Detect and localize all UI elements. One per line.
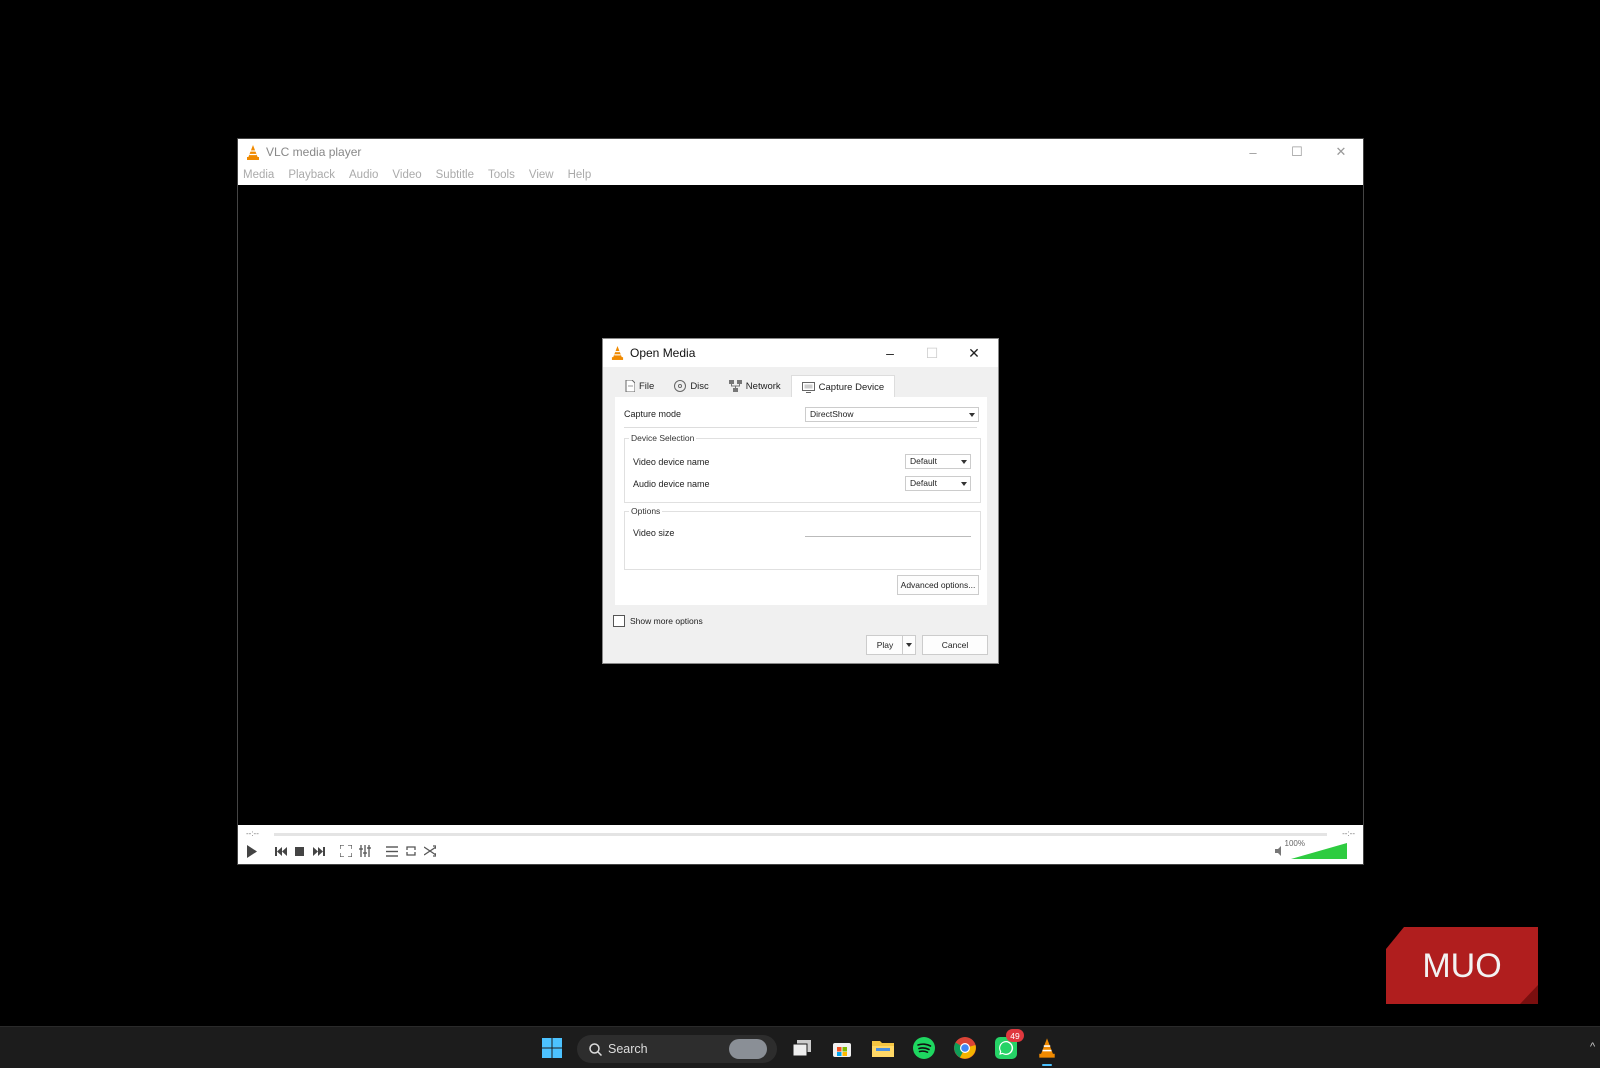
audio-device-label: Audio device name <box>633 479 710 489</box>
dialog-title: Open Media <box>630 346 696 360</box>
audio-device-select[interactable]: Default <box>905 476 971 491</box>
minimize-button[interactable]: – <box>1231 139 1275 165</box>
disc-icon <box>674 380 687 392</box>
fullscreen-icon[interactable] <box>336 842 355 861</box>
seek-slider[interactable] <box>274 833 1327 836</box>
capture-mode-select[interactable]: DirectShow <box>805 407 979 422</box>
playlist-icon[interactable] <box>382 842 401 861</box>
capture-mode-label: Capture mode <box>624 409 682 419</box>
playback-controls: --:-- --:-- 100% <box>238 825 1363 864</box>
capture-device-panel: Capture mode DirectShow Device Selection… <box>615 397 987 605</box>
spotify-icon[interactable] <box>912 1036 936 1060</box>
maximize-button[interactable]: ☐ <box>1275 139 1319 165</box>
windows-start-icon[interactable] <box>540 1036 564 1060</box>
vlc-window-title: VLC media player <box>266 145 362 159</box>
menu-playback[interactable]: Playback <box>288 169 335 181</box>
options-title: Options <box>629 506 663 516</box>
chevron-down-icon <box>961 460 967 464</box>
volume-control[interactable]: 100% <box>1275 839 1355 861</box>
video-size-label: Video size <box>633 528 675 538</box>
dialog-close-button[interactable]: ✕ <box>954 339 994 367</box>
previous-icon[interactable] <box>271 842 290 861</box>
chevron-down-icon <box>969 413 975 417</box>
play-options-dropdown[interactable] <box>902 635 916 655</box>
chevron-down-icon <box>961 482 967 486</box>
volume-slider[interactable] <box>1291 843 1347 859</box>
video-size-input[interactable] <box>805 526 971 537</box>
device-selection-title: Device Selection <box>629 433 697 443</box>
tab-capture-device-label: Capture Device <box>818 381 885 393</box>
vlc-taskbar-icon[interactable] <box>1035 1036 1059 1066</box>
video-device-label: Video device name <box>633 457 710 467</box>
menu-tools[interactable]: Tools <box>488 169 515 181</box>
dialog-minimize-button[interactable]: – <box>870 339 910 367</box>
open-media-dialog: Open Media – ☐ ✕ File Disc Network Captu… <box>602 338 999 664</box>
whatsapp-icon[interactable]: 49 <box>994 1029 1024 1060</box>
search-icon <box>589 1042 602 1056</box>
tab-network[interactable]: Network <box>719 375 791 397</box>
muo-logo-text: MUO <box>1422 947 1501 985</box>
file-explorer-icon[interactable] <box>871 1036 895 1060</box>
file-icon <box>625 380 635 392</box>
elapsed-time: --:-- <box>246 829 259 838</box>
active-app-indicator <box>1042 1064 1052 1066</box>
capture-mode-value: DirectShow <box>810 409 854 419</box>
audio-device-value: Default <box>910 478 937 488</box>
tab-disc[interactable]: Disc <box>664 375 718 397</box>
shuffle-icon[interactable] <box>420 842 439 861</box>
menu-video[interactable]: Video <box>392 169 421 181</box>
search-label: Search <box>608 1042 648 1056</box>
muo-logo: MUO <box>1386 927 1538 1004</box>
search-highlight-image <box>729 1039 767 1059</box>
chevron-up-icon[interactable]: ^ <box>1590 1041 1595 1053</box>
task-view-icon[interactable] <box>790 1036 814 1060</box>
dialog-maximize-button: ☐ <box>925 344 939 361</box>
tab-capture-device[interactable]: Capture Device <box>790 375 896 398</box>
tab-file[interactable]: File <box>615 375 664 397</box>
chrome-icon[interactable] <box>953 1036 977 1060</box>
video-device-value: Default <box>910 456 937 466</box>
chevron-down-icon <box>906 643 912 647</box>
device-selection-group <box>624 438 981 503</box>
options-group <box>624 511 981 570</box>
vlc-cone-icon <box>247 144 259 160</box>
show-more-options-checkbox[interactable] <box>613 615 625 627</box>
menu-help[interactable]: Help <box>568 169 592 181</box>
play-button[interactable]: Play <box>866 635 904 655</box>
tab-file-label: File <box>639 380 655 392</box>
equalizer-icon[interactable] <box>355 842 374 861</box>
network-icon <box>728 380 742 392</box>
whatsapp-badge: 49 <box>1006 1029 1024 1042</box>
next-icon[interactable] <box>309 842 328 861</box>
taskbar-search-box[interactable]: Search <box>577 1035 777 1063</box>
total-time: --:-- <box>1342 829 1355 838</box>
menu-view[interactable]: View <box>529 169 554 181</box>
vlc-cone-icon <box>611 346 624 360</box>
loop-icon[interactable] <box>401 842 420 861</box>
play-icon[interactable] <box>242 842 261 861</box>
close-button[interactable]: ✕ <box>1319 139 1363 165</box>
tab-network-label: Network <box>745 380 781 392</box>
advanced-options-button[interactable]: Advanced options... <box>897 575 979 595</box>
windows-taskbar: Search 49 ^ <box>0 1026 1600 1068</box>
cancel-button[interactable]: Cancel <box>922 635 988 655</box>
speaker-icon[interactable] <box>1275 846 1285 856</box>
vlc-titlebar: VLC media player – ☐ ✕ <box>238 139 1363 165</box>
microsoft-store-icon[interactable] <box>830 1036 854 1060</box>
show-more-options-label: Show more options <box>630 616 703 626</box>
video-device-select[interactable]: Default <box>905 454 971 469</box>
capture-device-icon <box>801 381 815 393</box>
tab-disc-label: Disc <box>690 380 709 392</box>
menu-media[interactable]: Media <box>243 169 274 181</box>
menu-subtitle[interactable]: Subtitle <box>436 169 474 181</box>
vlc-menubar: Media Playback Audio Video Subtitle Tool… <box>238 165 1363 185</box>
dialog-titlebar: Open Media – ☐ ✕ <box>603 339 998 367</box>
dialog-tabs: File Disc Network Capture Device <box>615 375 986 398</box>
menu-audio[interactable]: Audio <box>349 169 378 181</box>
stop-icon[interactable] <box>290 842 309 861</box>
